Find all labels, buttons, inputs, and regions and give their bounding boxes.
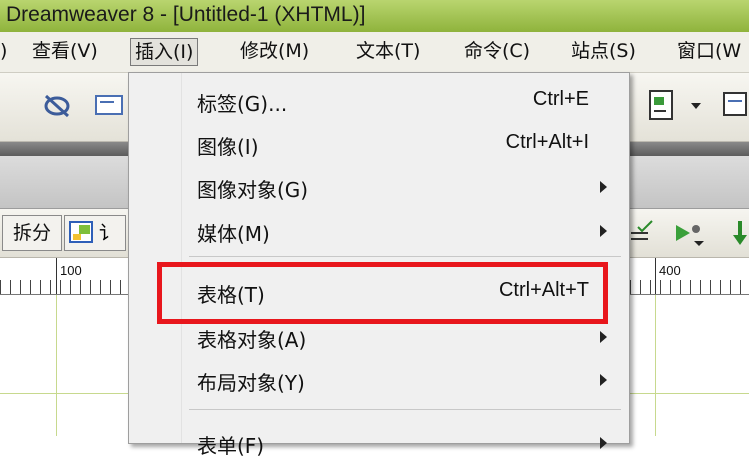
split-view-button[interactable]: 拆分	[2, 215, 62, 251]
menu-insert[interactable]: 插入(I)	[130, 38, 199, 66]
submenu-arrow-icon	[600, 374, 607, 386]
submenu-arrow-icon	[600, 225, 607, 237]
ruler-label: 100	[60, 263, 82, 278]
menu-item-label: 图像对象(G)	[197, 178, 309, 202]
validate-icon[interactable]	[628, 219, 656, 247]
menu-commands[interactable]: 命令(C)	[460, 38, 534, 64]
chevron-down-icon[interactable]	[690, 101, 702, 111]
menu-modify[interactable]: 修改(M)	[236, 38, 313, 64]
email-link-icon[interactable]	[94, 93, 124, 119]
menu-site[interactable]: 站点(S)	[567, 38, 640, 64]
menu-item-label: 标签(G)...	[197, 92, 288, 116]
grid-line	[655, 295, 656, 436]
menu-separator	[189, 409, 621, 410]
menu-item-label: 表单(F)	[197, 434, 265, 458]
menu-item-form[interactable]: 表单(F)	[129, 423, 629, 463]
design-view-button[interactable]: 讠	[64, 215, 126, 251]
ruler-major-tick	[56, 258, 57, 294]
menu-bar: ) 查看(V) 插入(I) 修改(M) 文本(T) 命令(C) 站点(S) 窗口…	[0, 32, 749, 73]
menu-item-label: 媒体(M)	[197, 222, 270, 246]
menu-item-shortcut: Ctrl+Alt+I	[505, 131, 589, 153]
tag-chooser-icon[interactable]	[720, 89, 749, 121]
grid-line	[56, 295, 57, 436]
highlight-annotation-box	[157, 262, 608, 324]
menu-window[interactable]: 窗口(W	[673, 38, 745, 64]
menu-text[interactable]: 文本(T)	[352, 38, 424, 64]
menu-item-label: 布局对象(Y)	[197, 371, 305, 395]
design-view-label: 讠	[99, 222, 119, 244]
template-icon[interactable]	[646, 89, 680, 121]
ruler-label: 400	[659, 263, 681, 278]
preview-icon[interactable]	[674, 221, 708, 247]
menu-item-label: 表格对象(A)	[197, 328, 307, 352]
menu-item-image-objects[interactable]: 图像对象(G)	[129, 167, 629, 207]
hyperlink-icon[interactable]	[40, 91, 74, 121]
window-title: Dreamweaver 8 - [Untitled-1 (XHTML)]	[6, 3, 366, 26]
title-bar: Dreamweaver 8 - [Untitled-1 (XHTML)]	[0, 0, 749, 32]
menu-item-image[interactable]: 图像(I) Ctrl+Alt+I	[129, 124, 629, 164]
menu-item-media[interactable]: 媒体(M)	[129, 211, 629, 251]
menu-item-label: 图像(I)	[197, 135, 259, 159]
design-view-icon	[69, 221, 93, 243]
submenu-arrow-icon	[600, 437, 607, 449]
submenu-arrow-icon	[600, 331, 607, 343]
ruler-major-tick	[655, 258, 656, 294]
refresh-arrow-icon[interactable]	[732, 219, 749, 249]
menu-view[interactable]: 查看(V)	[28, 38, 102, 64]
menu-item-tag[interactable]: 标签(G)... Ctrl+E	[129, 81, 629, 121]
menu-item-layout-objects[interactable]: 布局对象(Y)	[129, 360, 629, 400]
menu-separator	[189, 256, 621, 257]
submenu-arrow-icon	[600, 181, 607, 193]
menu-item-shortcut: Ctrl+E	[532, 88, 589, 110]
menu-item-window-prev[interactable]: )	[0, 38, 11, 64]
insert-menu-dropdown: 标签(G)... Ctrl+E 图像(I) Ctrl+Alt+I 图像对象(G)…	[128, 72, 630, 458]
